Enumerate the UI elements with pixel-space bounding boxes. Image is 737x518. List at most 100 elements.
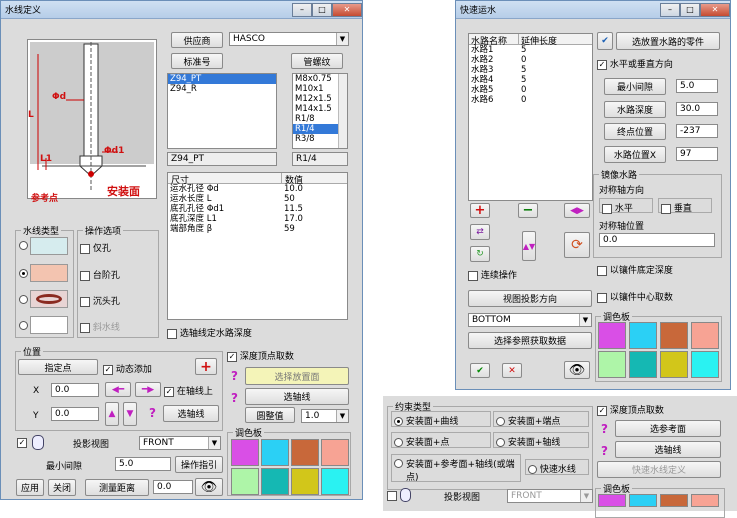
maximize-icon[interactable]: □ xyxy=(680,2,700,17)
cycle-icon[interactable]: ⟳ xyxy=(564,232,590,258)
waterline-table[interactable]: 水路名称 延伸长度 水路1 5 水路2 0 水路3 5 水路4 5 水路5 0 水路6 0 xyxy=(468,33,593,201)
maximize-icon[interactable]: □ xyxy=(312,2,332,17)
color-swatch[interactable] xyxy=(598,322,626,349)
color-swatch[interactable] xyxy=(321,468,349,495)
dynamic-add-checkbox[interactable]: ✓ 动态添加 xyxy=(103,362,152,375)
depth-vertex-checkbox[interactable]: ✓ 深度顶点取数 xyxy=(597,403,664,416)
table-row[interactable]: 底孔深度 L1 17.0 xyxy=(168,214,347,224)
x-input[interactable]: 0.0 xyxy=(51,383,99,397)
op-hole-only[interactable]: 仅孔 xyxy=(80,241,111,254)
chevron-down-icon[interactable]: ▼ xyxy=(336,33,348,45)
select-plane-button[interactable]: 选择放置面 xyxy=(245,367,349,385)
type-slant-radio[interactable] xyxy=(19,321,28,331)
thread-list[interactable]: M8x0.75 M10x1 M12x1.5 M14x1.5 R1/8 R1/4 … xyxy=(292,73,348,149)
projection-view-checkbox[interactable]: ✓ xyxy=(17,438,27,449)
chevron-down-icon[interactable]: ▼ xyxy=(579,314,591,326)
help-icon[interactable]: ? xyxy=(231,391,238,405)
min-gap-button[interactable]: 最小间隙 xyxy=(604,78,666,95)
arrow-right-icon[interactable]: ━▶ xyxy=(135,382,161,397)
table-row[interactable]: 底孔孔径 Φd1 11.5 xyxy=(168,204,347,214)
radio-mount-ref-axis[interactable]: 安装面+参考面+轴线(或端点) xyxy=(391,454,521,483)
help-icon[interactable]: ? xyxy=(149,406,156,420)
center-checkbox[interactable]: 以镶件中心取数 xyxy=(597,290,673,303)
projection-view-button[interactable]: 投影视图 xyxy=(49,435,133,451)
axis-position-input[interactable]: 0.0 xyxy=(599,233,715,247)
hv-direction-checkbox[interactable]: ✓ 水平或垂直方向 xyxy=(597,57,673,70)
color-swatch[interactable] xyxy=(321,439,349,466)
round-value-select[interactable]: 1.0 ▼ xyxy=(301,409,349,423)
depth-input[interactable]: 30.0 xyxy=(676,102,718,116)
end-position-input[interactable]: -237 xyxy=(676,124,718,138)
color-swatch[interactable] xyxy=(261,468,289,495)
standard-list[interactable]: Z94_PT Z94_R xyxy=(167,73,277,149)
eye-icon[interactable]: 👁 xyxy=(195,478,223,496)
eye-icon[interactable]: 👁 xyxy=(564,361,590,379)
arrow-down-icon[interactable]: ▼ xyxy=(123,402,137,426)
measure-input[interactable]: 0.0 xyxy=(153,480,193,494)
close-icon[interactable]: ✕ xyxy=(700,2,730,17)
table-row[interactable]: 运水长度 L 50 xyxy=(168,194,347,204)
select-axis-button[interactable]: 选轴线 xyxy=(163,405,219,422)
arrow-up-icon[interactable]: ▲ xyxy=(105,402,119,426)
plus-button[interactable]: + xyxy=(195,358,217,375)
table-row[interactable]: 水路2 0 xyxy=(469,55,592,65)
view-direction-select[interactable]: BOTTOM ▼ xyxy=(468,313,592,327)
vertical-checkbox[interactable]: 垂直 xyxy=(658,198,712,214)
select-reference-button[interactable]: 选择参照获取数据 xyxy=(468,332,592,349)
checkmark-icon[interactable]: ✔ xyxy=(597,32,613,50)
horizontal-checkbox[interactable]: 水平 xyxy=(599,198,653,214)
add-icon[interactable]: + xyxy=(470,203,490,218)
apply-button[interactable]: 应用 xyxy=(16,479,44,496)
list-item[interactable]: Z94_PT xyxy=(168,74,276,84)
color-swatch[interactable] xyxy=(660,322,688,349)
end-position-button[interactable]: 终点位置 xyxy=(604,123,666,140)
table-row[interactable]: 水路4 5 xyxy=(469,75,592,85)
minimize-icon[interactable]: – xyxy=(660,2,680,17)
color-swatch[interactable] xyxy=(231,468,259,495)
color-swatch[interactable] xyxy=(598,494,626,507)
table-row[interactable]: 水路6 0 xyxy=(469,95,592,105)
color-swatch[interactable] xyxy=(231,439,259,466)
color-swatch[interactable] xyxy=(629,322,657,349)
projection-select[interactable]: FRONT ▼ xyxy=(507,489,593,503)
radio-mount-curve[interactable]: 安装面+曲线 xyxy=(391,411,491,427)
select-reference-plane-button[interactable]: 选参考面 xyxy=(615,420,721,437)
base-depth-checkbox[interactable]: 以镶件底定深度 xyxy=(597,263,673,276)
radio-mount-point[interactable]: 安装面+点 xyxy=(391,432,491,448)
operation-guide-button[interactable]: 操作指引 xyxy=(175,456,223,473)
depth-vertex-checkbox[interactable]: ✓ 深度顶点取数 xyxy=(227,349,294,362)
table-row[interactable]: 运水孔径 Φd 10.0 xyxy=(168,184,347,194)
projection-view-button[interactable]: 投影视图 xyxy=(419,488,505,504)
color-swatch[interactable] xyxy=(660,351,688,378)
table-row[interactable]: 端部角度 β 59 xyxy=(168,224,347,234)
radio-mount-endpoint[interactable]: 安装面+端点 xyxy=(493,411,589,427)
remove-icon[interactable]: − xyxy=(518,203,538,218)
swap-icon[interactable]: ⇄ xyxy=(470,224,490,240)
projection-view-checkbox[interactable] xyxy=(387,491,397,502)
type-counter-radio[interactable] xyxy=(19,295,28,305)
y-input[interactable]: 0.0 xyxy=(51,407,99,421)
refresh-icon[interactable]: ↻ xyxy=(470,246,490,262)
position-x-input[interactable]: 97 xyxy=(676,147,718,161)
view-direction-button[interactable]: 视图投影方向 xyxy=(468,290,592,307)
color-swatch[interactable] xyxy=(691,494,719,507)
op-slant[interactable]: 斜水线 xyxy=(80,320,120,333)
color-swatch[interactable] xyxy=(598,351,626,378)
arrow-left-icon[interactable]: ◀━ xyxy=(105,382,131,397)
type-step-radio[interactable] xyxy=(19,269,28,279)
round-value-button[interactable]: 圆整值 xyxy=(245,407,295,423)
on-axis-checkbox[interactable]: ✓ 在轴线上 xyxy=(164,384,213,397)
color-swatch[interactable] xyxy=(691,351,719,378)
table-row[interactable]: 水路3 5 xyxy=(469,65,592,75)
table-row[interactable]: 水路5 0 xyxy=(469,85,592,95)
close-button[interactable]: 关闭 xyxy=(48,479,76,496)
help-icon[interactable]: ? xyxy=(601,422,608,436)
measure-distance-button[interactable]: 测量距离 xyxy=(85,479,149,496)
continuous-checkbox[interactable]: 连续操作 xyxy=(468,268,517,281)
depth-button[interactable]: 水路深度 xyxy=(604,101,666,118)
op-step-hole[interactable]: 台阶孔 xyxy=(80,268,120,281)
projection-select[interactable]: FRONT ▼ xyxy=(139,436,221,450)
color-swatch[interactable] xyxy=(629,351,657,378)
position-x-button[interactable]: 水路位置X xyxy=(604,146,666,163)
color-swatch[interactable] xyxy=(261,439,289,466)
